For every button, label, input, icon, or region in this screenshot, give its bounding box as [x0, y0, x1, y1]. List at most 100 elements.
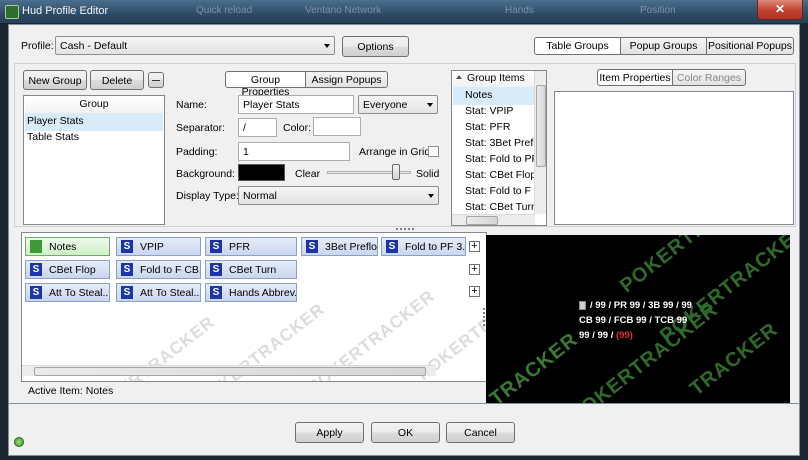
background-tab-2: Ventano Network — [305, 5, 382, 16]
display-type-select[interactable]: Normal — [238, 186, 439, 205]
new-group-button[interactable]: New Group — [23, 70, 87, 90]
stat-tile-fold-f-cb[interactable]: S Fold to F CB... — [116, 260, 201, 279]
stat-tile-label: Fold to F CB... — [140, 264, 201, 276]
tab-positional-popups[interactable]: Positional Popups — [706, 37, 794, 55]
group-list-header: Group — [25, 97, 163, 114]
ok-button[interactable]: OK — [371, 422, 440, 443]
stat-icon: S — [121, 240, 133, 253]
arrange-checkbox[interactable] — [428, 146, 439, 157]
color-label: Color: — [283, 122, 312, 134]
stat-tile-label: Att To Steal... — [49, 287, 110, 299]
apply-button[interactable]: Apply — [295, 422, 364, 443]
opacity-slider[interactable] — [391, 164, 400, 180]
stat-tile-pfr[interactable]: S PFR — [205, 237, 297, 256]
hud-line-3-text: 99 / 99 / — [579, 330, 616, 341]
stat-tile-label: Fold to PF 3... — [405, 241, 466, 253]
app-icon — [5, 5, 19, 19]
tab-table-groups[interactable]: Table Groups — [534, 37, 621, 55]
group-items-hscroll[interactable] — [452, 214, 535, 225]
group-items-vscroll[interactable] — [534, 71, 546, 214]
display-type-label: Display Type: — [176, 190, 239, 202]
active-item-label: Active Item: Notes — [28, 385, 114, 397]
stat-icon: S — [210, 286, 222, 299]
display-type-value: Normal — [243, 190, 277, 202]
stat-tile-label: PFR — [229, 241, 250, 253]
name-label: Name: — [176, 99, 207, 111]
tab-item-properties[interactable]: Item Properties — [597, 69, 673, 86]
separator-label: Separator: — [176, 122, 226, 134]
stat-tile-label: CBet Flop — [49, 264, 96, 276]
options-button[interactable]: Options — [342, 36, 409, 57]
chevron-down-icon — [428, 194, 434, 198]
hud-line-3-red: (99) — [615, 330, 633, 341]
notes-icon — [579, 301, 586, 310]
solid-label: Solid — [416, 168, 440, 180]
stat-grid-hscroll[interactable] — [22, 365, 436, 376]
close-button[interactable]: ✕ — [757, 0, 803, 20]
tab-popup-groups[interactable]: Popup Groups — [620, 37, 707, 55]
delete-group-button[interactable]: Delete — [90, 70, 144, 90]
chevron-down-icon — [324, 44, 330, 48]
add-column-icon[interactable]: + — [469, 286, 480, 297]
separator-field[interactable]: / — [238, 118, 277, 137]
stat-tile-att-steal-1[interactable]: S Att To Steal... — [25, 283, 110, 302]
editor-body: Profile: Cash - Default Options Table Gr… — [8, 24, 800, 404]
stat-tile-vpip[interactable]: S VPIP — [116, 237, 201, 256]
background-label: Background: — [176, 168, 235, 180]
group-item-table-stats[interactable]: Table Stats — [25, 129, 163, 147]
clear-label: Clear — [295, 168, 321, 180]
name-field[interactable]: Player Stats — [238, 95, 354, 114]
watermark-text: TRACKER — [486, 328, 583, 403]
tab-group-properties[interactable]: Group Properties — [225, 71, 306, 98]
add-column-icon[interactable]: + — [469, 241, 480, 252]
arrange-label: Arrange in Grid — [359, 146, 431, 158]
stat-tile-notes[interactable]: Notes — [25, 237, 110, 256]
stat-grid-hscroll-thumb[interactable] — [34, 367, 426, 376]
stat-icon: S — [30, 286, 42, 299]
stat-tile-cbet-turn[interactable]: S CBet Turn — [205, 260, 297, 279]
stat-tile-cbet-flop[interactable]: S CBet Flop — [25, 260, 110, 279]
window-title: Hud Profile Editor — [22, 5, 109, 17]
audience-select[interactable]: Everyone — [358, 95, 438, 114]
tab-assign-popups[interactable]: Assign Popups — [305, 71, 388, 88]
padding-label: Padding: — [176, 146, 218, 158]
group-menu-button[interactable] — [148, 72, 164, 88]
padding-field[interactable]: 1 — [238, 142, 350, 161]
color-swatch[interactable] — [313, 117, 361, 136]
vertical-splitter-grip[interactable] — [483, 308, 485, 326]
dialog-footer: Apply OK Cancel — [8, 404, 800, 456]
cancel-button[interactable]: Cancel — [446, 422, 515, 443]
chevron-down-icon — [427, 103, 433, 107]
stat-tile-label: VPIP — [140, 241, 164, 253]
background-swatch[interactable] — [238, 164, 285, 181]
hud-line-1: / 99 / PR 99 / 3B 99 / 99 — [590, 300, 692, 311]
stat-icon: S — [210, 263, 222, 276]
stat-icon: S — [30, 263, 42, 276]
stat-tile-3bet[interactable]: S 3Bet Preflop — [301, 237, 378, 256]
tab-color-ranges[interactable]: Color Ranges — [672, 69, 746, 86]
hud-line-3: 99 / 99 / (99) — [579, 330, 633, 341]
stat-icon: S — [386, 240, 398, 253]
stat-tile-label: Att To Steal... — [140, 287, 201, 299]
background-tab-3: Hands — [505, 5, 534, 16]
stat-tile-hands[interactable]: S Hands Abbrev... — [205, 283, 297, 302]
stat-tile-label: Hands Abbrev... — [229, 287, 297, 299]
profile-value: Cash - Default — [60, 40, 128, 52]
group-items-header: Group Items — [453, 71, 534, 88]
audience-value: Everyone — [363, 99, 408, 111]
stat-tile-fold-pf3[interactable]: S Fold to PF 3... — [381, 237, 466, 256]
status-icon — [14, 437, 24, 447]
hud-preview: TRACKER POKERTRACKER POKERTRACKER POKERT… — [486, 235, 790, 403]
stat-tile-att-steal-2[interactable]: S Att To Steal... — [116, 283, 201, 302]
add-column-icon[interactable]: + — [469, 264, 480, 275]
stat-icon: S — [210, 240, 222, 253]
hud-line-2: CB 99 / FCB 99 / TCB 99 — [579, 315, 688, 326]
group-items-hscroll-thumb[interactable] — [466, 216, 498, 225]
stat-icon: S — [121, 263, 133, 276]
group-items-vscroll-thumb[interactable] — [536, 85, 546, 167]
group-list: Group Player Stats Table Stats — [23, 95, 165, 225]
splitter-grip[interactable] — [396, 228, 414, 230]
profile-select[interactable]: Cash - Default — [55, 36, 335, 55]
sort-up-icon — [456, 75, 462, 79]
stat-tile-label: Notes — [49, 241, 77, 253]
